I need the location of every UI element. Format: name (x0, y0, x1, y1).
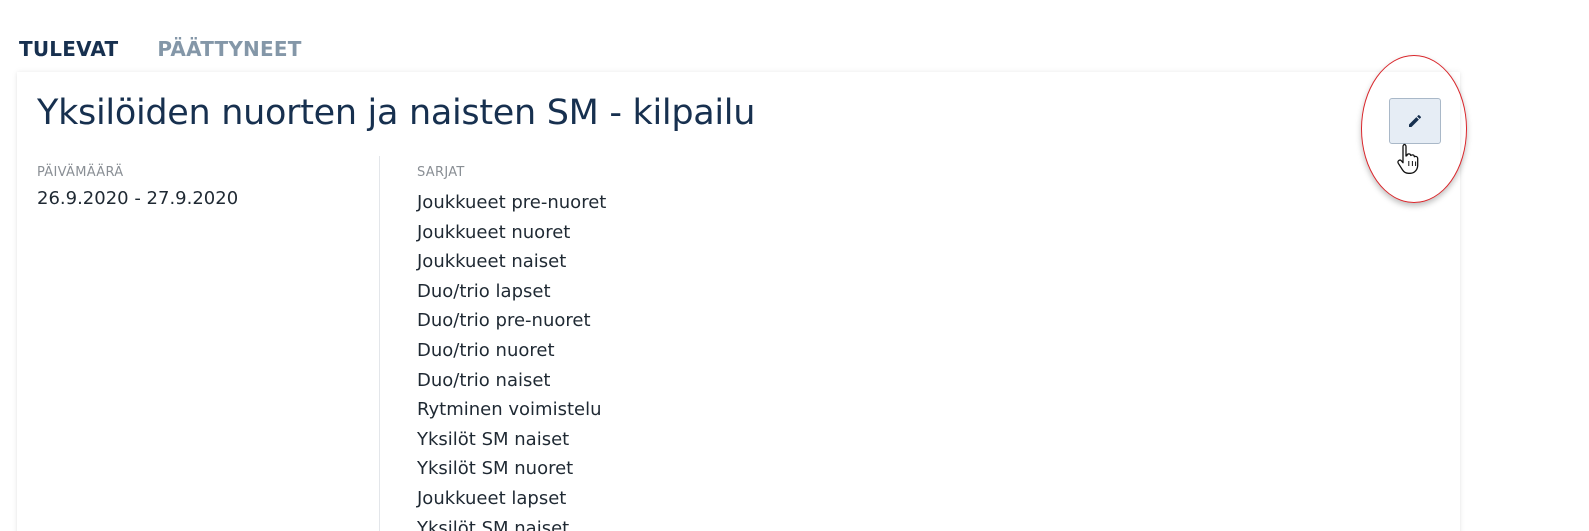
series-item: Duo/trio lapset (417, 280, 551, 302)
series-item: Yksilöt SM naiset (417, 517, 570, 531)
series-item: Joukkueet lapset (417, 487, 567, 509)
date-label: PÄIVÄMÄÄRÄ (37, 165, 124, 180)
page: TULEVAT PÄÄTTYNEET Yksilöiden nuorten ja… (0, 0, 1589, 531)
competition-title: Yksilöiden nuorten ja naisten SM - kilpa… (37, 93, 756, 133)
edit-button[interactable] (1389, 98, 1441, 144)
competition-card: Yksilöiden nuorten ja naisten SM - kilpa… (17, 72, 1460, 531)
tab-paattyneet[interactable]: PÄÄTTYNEET (157, 36, 301, 62)
tab-tulevat[interactable]: TULEVAT (19, 36, 118, 62)
series-item: Joukkueet naiset (417, 251, 567, 273)
tab-bar: TULEVAT PÄÄTTYNEET (19, 36, 302, 62)
column-divider (379, 156, 380, 531)
series-label: SARJAT (417, 165, 465, 180)
series-item: Yksilöt SM naiset (417, 428, 570, 450)
series-item: Duo/trio pre-nuoret (417, 310, 591, 332)
series-item: Joukkueet nuoret (417, 221, 571, 243)
series-item: Joukkueet pre-nuoret (417, 192, 607, 213)
pencil-icon (1409, 114, 1422, 127)
series-item: Rytminen voimistelu (417, 399, 602, 421)
date-value: 26.9.2020 - 27.9.2020 (37, 188, 239, 209)
series-item: Yksilöt SM nuoret (417, 458, 574, 480)
series-item: Duo/trio nuoret (417, 339, 555, 361)
series-item: Duo/trio naiset (417, 369, 551, 391)
series-list: Joukkueet pre-nuoret Joukkueet nuoret Jo… (417, 188, 606, 531)
